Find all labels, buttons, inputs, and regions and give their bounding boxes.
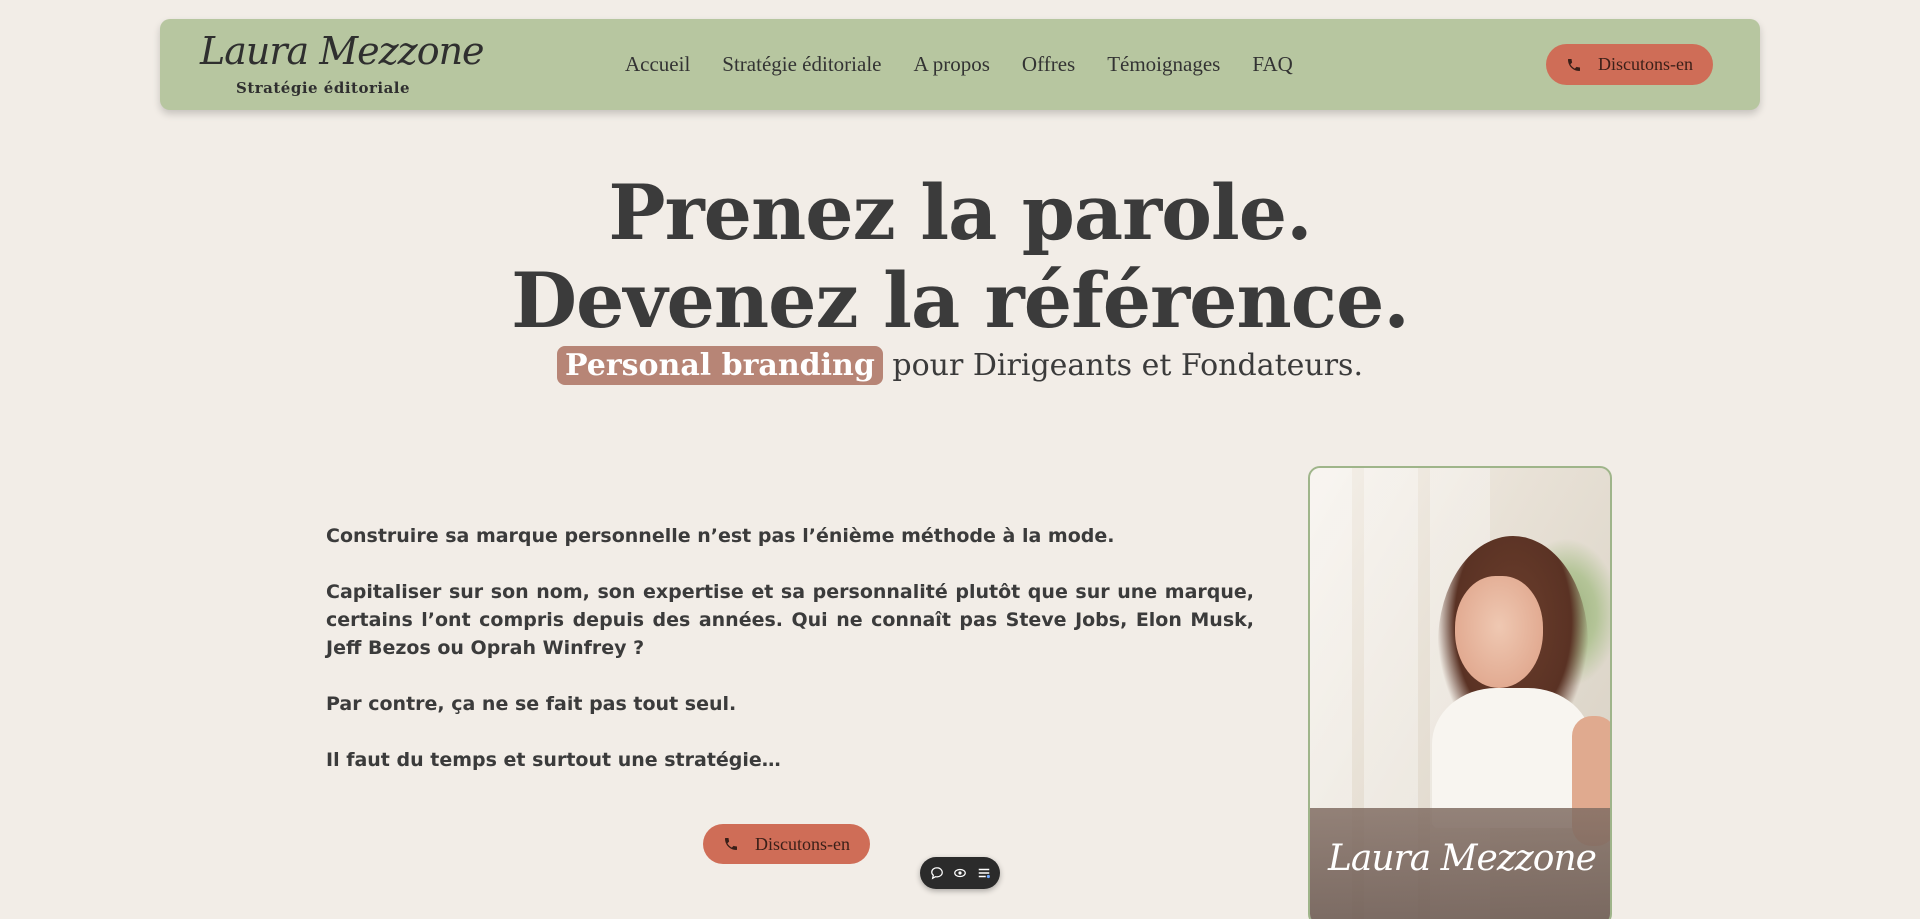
phone-icon (723, 836, 739, 852)
logo-script: Laura Mezzone (200, 29, 485, 73)
content-cta-label: Discutons-en (755, 833, 850, 854)
hero-title-line-2: Devenez la référence. (511, 256, 1410, 345)
hero-subtitle-rest: pour Dirigeants et Fondateurs. (892, 348, 1363, 383)
main-nav: Accueil Stratégie éditoriale A propos Of… (625, 19, 1293, 110)
nav-item-offres[interactable]: Offres (1022, 52, 1075, 77)
photo-face (1455, 576, 1543, 688)
content-cta-button[interactable]: Discutons-en (703, 824, 870, 864)
settings-list-icon[interactable] (977, 866, 991, 880)
nav-item-accueil[interactable]: Accueil (625, 52, 690, 77)
eye-icon[interactable] (953, 866, 967, 880)
header-cta-button[interactable]: Discutons-en (1546, 44, 1713, 85)
phone-icon (1566, 57, 1582, 73)
photo-signature: Laura Mezzone (1328, 838, 1597, 879)
intro-text: Construire sa marque personnelle n’est p… (326, 522, 1254, 802)
floating-toolbar (920, 857, 1000, 889)
portrait-photo: Laura Mezzone (1308, 466, 1612, 919)
header-cta-label: Discutons-en (1598, 54, 1693, 74)
chat-icon[interactable] (930, 866, 944, 880)
intro-paragraph: Par contre, ça ne se fait pas tout seul. (326, 693, 737, 715)
photo-shirt (1432, 688, 1592, 828)
logo-subtitle: Stratégie éditoriale (236, 79, 411, 97)
intro-paragraph: Construire sa marque personnelle n’est p… (326, 525, 1115, 547)
nav-item-strategie-editoriale[interactable]: Stratégie éditoriale (722, 52, 881, 77)
site-logo[interactable]: Laura Mezzone Stratégie éditoriale (200, 29, 485, 104)
hero-highlight: Personal branding (557, 346, 883, 385)
intro-paragraph: Capitaliser sur son nom, son expertise e… (326, 581, 1254, 659)
hero-subtitle: Personal branding pour Dirigeants et Fon… (0, 346, 1920, 385)
nav-item-faq[interactable]: FAQ (1252, 52, 1292, 77)
site-header: Laura Mezzone Stratégie éditoriale Accue… (160, 19, 1760, 110)
intro-paragraph: Il faut du temps et surtout une stratégi… (326, 749, 781, 771)
nav-item-temoignages[interactable]: Témoignages (1107, 52, 1220, 77)
hero-title-line-1: Prenez la parole. (608, 168, 1312, 257)
nav-item-a-propos[interactable]: A propos (913, 52, 989, 77)
